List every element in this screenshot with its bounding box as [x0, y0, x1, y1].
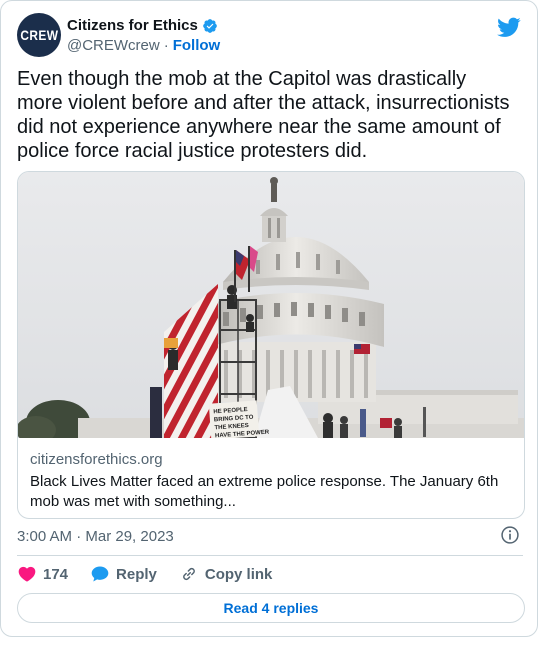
- card-image-capitol[interactable]: HE PEOPLE BRING DC TO THE KNEES HAVE THE…: [18, 172, 525, 438]
- tweet-text: Even though the mob at the Capitol was d…: [17, 68, 510, 162]
- like-count: 174: [43, 565, 69, 583]
- copy-link-button[interactable]: Copy link: [179, 564, 273, 584]
- info-icon[interactable]: [500, 525, 520, 545]
- copy-link-label: Copy link: [204, 565, 273, 583]
- link-card[interactable]: HE PEOPLE BRING DC TO THE KNEES HAVE THE…: [17, 171, 525, 519]
- author-name[interactable]: Citizens for Ethics: [67, 17, 198, 34]
- reply-label: Reply: [116, 565, 157, 583]
- like-button[interactable]: 174: [17, 564, 68, 584]
- verified-badge-icon: [203, 18, 217, 33]
- card-meta: citizensforethics.org Black Lives Matter…: [30, 450, 514, 512]
- action-bar: 174 Reply Copy link: [17, 564, 294, 584]
- card-domain: citizensforethics.org: [30, 451, 163, 468]
- tweet-timestamp[interactable]: 3:00 AM · Mar 29, 2023: [17, 528, 174, 545]
- separator-dot: ·: [163, 37, 169, 54]
- tweet-embed: CREW Citizens for Ethics @CREWcrew · Fol…: [0, 0, 538, 637]
- follow-button[interactable]: Follow: [173, 37, 221, 54]
- handle-row: @CREWcrew · Follow: [67, 37, 220, 54]
- read-replies-button[interactable]: Read 4 replies: [17, 593, 525, 623]
- author-handle[interactable]: @CREWcrew: [67, 37, 160, 54]
- twitter-bird-icon[interactable]: [497, 15, 521, 39]
- heart-icon: [18, 566, 36, 582]
- card-title[interactable]: Black Lives Matter faced an extreme poli…: [30, 472, 514, 512]
- avatar-text: CREW: [19, 27, 59, 43]
- reply-bubble-icon: [91, 566, 109, 582]
- divider: [17, 555, 523, 556]
- link-icon: [183, 567, 195, 581]
- author-name-row: Citizens for Ethics: [67, 17, 218, 34]
- reply-button[interactable]: Reply: [90, 564, 157, 584]
- avatar[interactable]: CREW: [17, 13, 61, 57]
